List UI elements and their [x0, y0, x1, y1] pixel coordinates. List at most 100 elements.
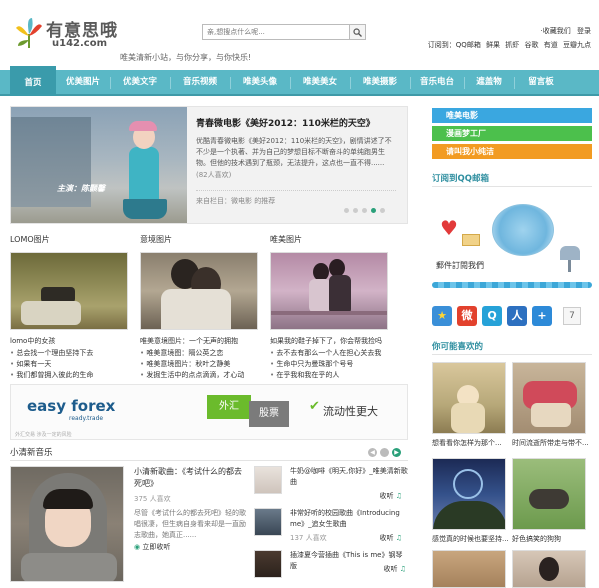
more-share-icon[interactable]: + — [532, 306, 552, 326]
song-item[interactable]: 插漆夏今营插曲《This is me》钢琴版 收听 ♫ — [254, 550, 408, 582]
list-item[interactable]: 发掘生活中的点点滴滴，才心动 — [140, 370, 244, 381]
list-item[interactable]: 我们都曾拥入彼此的生命 — [10, 370, 93, 381]
pager-dot[interactable] — [380, 448, 389, 457]
mood-photo[interactable] — [140, 252, 258, 330]
nav-music-video[interactable]: 音乐视频 — [172, 70, 228, 94]
subscribe-zhuaxia-link[interactable]: 抓虾 — [505, 41, 519, 49]
recommend-caption[interactable]: 想看看你怎样为那个... — [432, 438, 512, 448]
list-item[interactable]: 唯美意境图片：秋叶之静美 — [140, 359, 244, 370]
nav-cover[interactable]: 遮盖物 — [466, 70, 512, 94]
song-thumbnail[interactable] — [254, 550, 282, 578]
bookmark-link[interactable]: ·收藏我们 — [541, 27, 571, 35]
flower-logo-icon — [16, 18, 42, 48]
music-section-title[interactable]: 小清新音乐 — [10, 446, 53, 458]
nav-radio[interactable]: 音乐电台 — [412, 70, 462, 94]
slider-dot[interactable] — [344, 208, 349, 213]
main-nav: 首页 优美图片 优美文字 音乐视频 唯美头像 唯美美女 唯美摄影 音乐电台 遮盖… — [0, 66, 599, 96]
recommend-tile[interactable] — [512, 550, 586, 588]
song-thumbnail[interactable] — [254, 466, 282, 494]
crowd-illustration — [492, 204, 554, 256]
list-item[interactable]: 生命中只为曼珠那个号号 — [270, 359, 381, 370]
nav-photos[interactable]: 优美图片 — [58, 70, 108, 94]
song-item[interactable]: 非常好听的校园歌曲《Introducing me》_追女生歌曲 137 人喜欢 … — [254, 508, 408, 544]
tencent-weibo-icon[interactable]: Q — [482, 306, 502, 326]
subscribe-douban-link[interactable]: 豆瓣九点 — [563, 41, 591, 49]
nav-home[interactable]: 首页 — [10, 66, 56, 96]
music-pager: ◀ ▶ — [368, 448, 401, 457]
recommend-tile[interactable] — [512, 362, 586, 434]
ad-brand: easy forex — [27, 397, 116, 415]
nav-photography[interactable]: 唯美摄影 — [352, 70, 408, 94]
search-input[interactable] — [203, 25, 349, 39]
sidebar-link-movie[interactable]: 唯美电影 — [432, 108, 592, 123]
list-item[interactable]: 如果有一天 — [10, 359, 93, 370]
wave-divider — [432, 282, 592, 288]
sidebar-link-pure[interactable]: 请叫我小纯洁 — [432, 144, 592, 159]
slider-dot[interactable] — [380, 208, 385, 213]
qzone-icon[interactable]: ★ — [432, 306, 452, 326]
site-logo[interactable]: 有意思哦 u142.com — [12, 14, 132, 58]
column-title-aesthetic[interactable]: 唯美图片 — [270, 234, 302, 245]
subscribe-label: 订阅到： — [427, 41, 456, 49]
list-item[interactable]: 去不去有那么一个人在担心关去我 — [270, 348, 381, 359]
search-button[interactable] — [349, 25, 365, 39]
recommend-caption[interactable]: 好色搞笑的狗狗 — [512, 534, 592, 544]
list-item[interactable]: 在乎我和我在乎的人 — [270, 370, 381, 381]
slider-dot[interactable] — [353, 208, 358, 213]
recommend-caption[interactable]: 时间流逝所带走与带不... — [512, 438, 592, 448]
prev-arrow-icon[interactable]: ◀ — [368, 448, 377, 457]
ad-banner[interactable]: easy forex ready.trade 外汇 股票 ✔ 流动性更大 外汇交… — [10, 384, 408, 440]
music-main-likes: 375 人喜欢 — [134, 495, 171, 503]
sidebar-link-comic[interactable]: 漫画梦工厂 — [432, 126, 592, 141]
column-title-lomo[interactable]: LOMO图片 — [10, 234, 50, 245]
nav-avatars[interactable]: 唯美头像 — [232, 70, 288, 94]
column-title-mood[interactable]: 意境图片 — [140, 234, 172, 245]
lomo-caption[interactable]: lomo中的女孩 — [10, 336, 55, 346]
lomo-photo[interactable] — [10, 252, 128, 330]
rss-title: 订阅到QQ邮箱 — [432, 174, 489, 184]
song-thumbnail[interactable] — [254, 508, 282, 536]
recommend-tile[interactable] — [512, 458, 586, 530]
qq-mail-subscribe[interactable]: ♥ 郵件訂閱我們 — [432, 198, 592, 276]
featured-image[interactable]: 主演：陈颢馨 — [11, 107, 187, 223]
aesthetic-photo[interactable] — [270, 252, 388, 330]
list-item[interactable]: 总会找一个理由坚持下去 — [10, 348, 93, 359]
song-title[interactable]: 牛奶@咖啡《明天,你好》_唯美清新歌曲 — [290, 466, 408, 488]
next-arrow-icon[interactable]: ▶ — [392, 448, 401, 457]
recommend-tile[interactable] — [432, 550, 506, 588]
listen-now-button[interactable]: ◉ 立即收听 — [134, 542, 170, 552]
music-cover-photo[interactable] — [10, 466, 124, 582]
check-icon: ✔ — [309, 399, 320, 414]
nav-beauty[interactable]: 唯美美女 — [292, 70, 348, 94]
slider-dot[interactable] — [362, 208, 367, 213]
recommend-tile[interactable] — [432, 458, 506, 530]
recommend-caption[interactable]: 感觉真的时候也要坚持... — [432, 534, 512, 544]
list-item[interactable]: 唯美意境图：隔公英之恋 — [140, 348, 244, 359]
slider-dot-active[interactable] — [371, 208, 376, 213]
song-listen-button[interactable]: 收听 ♫ — [379, 533, 402, 543]
share-bar: ★ 微 Q 人 + 7 — [432, 306, 581, 326]
login-link[interactable]: 登录 — [577, 27, 591, 35]
song-title[interactable]: 非常好听的校园歌曲《Introducing me》_追女生歌曲 — [290, 508, 408, 530]
headphone-icon: ♫ — [395, 534, 402, 542]
song-item[interactable]: 牛奶@咖啡《明天,你好》_唯美清新歌曲 收听 ♫ — [254, 466, 408, 501]
subscribe-google-link[interactable]: 谷歌 — [525, 41, 539, 49]
ad-fine-print: 外汇交易 涉及一定的风险 — [15, 432, 72, 438]
subscribe-qq-link[interactable]: QQ邮箱 — [456, 41, 481, 49]
music-main-description: 尽管《考试什么的都去死吧》轻的歌唱很凄，但生病自身看来却是一直励志歌曲，她真正.… — [134, 509, 246, 539]
nav-texts[interactable]: 优美文字 — [112, 70, 168, 94]
aesthetic-caption[interactable]: 如果我的鞋子掉下了，你会帮我捡吗 — [270, 336, 382, 346]
featured-description: 优酷青春微电影《美好2012：110米栏的天空》，剧情讲述了不不少是一个执著、并… — [196, 137, 392, 167]
song-listen-button[interactable]: 收听 ♫ — [383, 564, 406, 574]
mood-caption[interactable]: 唯美意境图片：一个无声的拥抱 — [140, 336, 238, 346]
nav-guestbook[interactable]: 留言板 — [516, 70, 566, 94]
subscribe-xianguo-link[interactable]: 鲜果 — [486, 41, 500, 49]
weibo-icon[interactable]: 微 — [457, 306, 477, 326]
recommend-tile[interactable] — [432, 362, 506, 434]
featured-likes: (82人喜欢) — [196, 171, 232, 179]
subscribe-youdao-link[interactable]: 有道 — [544, 41, 558, 49]
featured-title[interactable]: 青春微电影《美好2012：110米栏的天空》 — [196, 116, 375, 129]
song-listen-button[interactable]: 收听 ♫ — [379, 491, 402, 501]
music-main-title[interactable]: 小清新歌曲：《考试什么的都去死吧》 — [134, 466, 246, 490]
renren-icon[interactable]: 人 — [507, 306, 527, 326]
